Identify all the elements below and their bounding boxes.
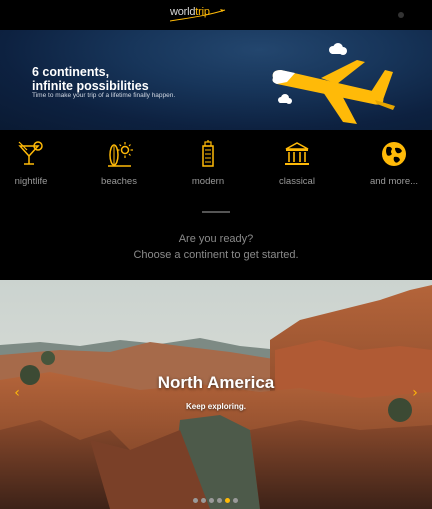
hero-title: 6 continents, infinite possibilities xyxy=(32,65,192,93)
slider-dot[interactable] xyxy=(233,498,238,503)
section-divider xyxy=(202,211,230,213)
category-label: classical xyxy=(279,176,315,187)
airplane-icon xyxy=(272,60,395,124)
hero-subtitle: Time to make your trip of a lifetime fin… xyxy=(32,92,176,99)
skyscraper-icon xyxy=(202,140,214,167)
cta-line1: Are you ready? xyxy=(178,233,254,245)
header: worldtrip xyxy=(0,0,432,30)
hero-title-line2: infinite possibilities xyxy=(32,79,149,93)
cta-text: Are you ready? Choose a continent to get… xyxy=(0,231,432,263)
category-label: and more... xyxy=(369,176,419,187)
category-label: modern xyxy=(191,176,225,187)
logo[interactable]: worldtrip xyxy=(170,6,210,18)
chevron-right-icon[interactable]: › xyxy=(408,386,422,400)
slider-dot[interactable] xyxy=(225,498,230,503)
slide-background-image xyxy=(0,280,432,509)
category-classical[interactable]: classical xyxy=(257,140,337,187)
category-more[interactable]: and more... xyxy=(354,140,432,187)
slide-title[interactable]: North America xyxy=(0,373,432,393)
category-bar: nightlife beaches modern classical and m… xyxy=(0,130,432,200)
category-label: beaches xyxy=(101,176,137,187)
airplane-illustration xyxy=(272,43,395,124)
surfboard-sun-icon xyxy=(108,142,133,167)
category-label: nightlife xyxy=(14,176,48,187)
menu-dot-icon[interactable] xyxy=(398,12,404,18)
chevron-left-icon[interactable]: ‹ xyxy=(10,386,24,400)
museum-icon xyxy=(285,142,309,165)
hero-banner: 6 continents, infinite possibilities Tim… xyxy=(0,30,432,130)
slider-dot[interactable] xyxy=(217,498,222,503)
cocktail-icon xyxy=(18,141,43,165)
slider-dot[interactable] xyxy=(201,498,206,503)
slider-dot[interactable] xyxy=(209,498,214,503)
continent-slider[interactable]: North America Keep exploring. ‹ › xyxy=(0,280,432,509)
logo-text-trip: trip xyxy=(195,6,210,18)
category-nightlife[interactable]: nightlife xyxy=(0,140,71,187)
category-beaches[interactable]: beaches xyxy=(79,140,159,187)
logo-text-world: world xyxy=(170,6,196,18)
cloud-icon xyxy=(278,94,292,104)
globe-icon xyxy=(382,142,406,166)
slide-subtitle: Keep exploring. xyxy=(185,402,246,411)
slider-dot[interactable] xyxy=(193,498,198,503)
cta-line2: Choose a continent to get started. xyxy=(133,249,299,261)
cloud-icon xyxy=(329,43,347,55)
hero-title-line1: 6 continents, xyxy=(32,65,110,79)
category-modern[interactable]: modern xyxy=(168,140,248,187)
